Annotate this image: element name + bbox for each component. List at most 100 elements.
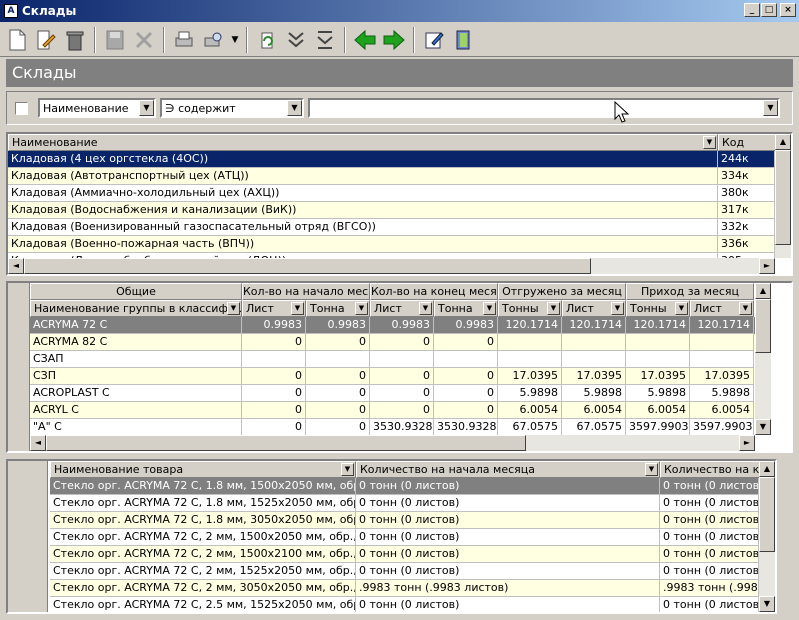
chevron-down-icon[interactable]: ▼ bbox=[763, 100, 778, 116]
table-row[interactable]: ACRYMA 72 C 0.9983 0.9983 0.9983 0.9983 120.1… bbox=[30, 317, 755, 334]
filter-field-select[interactable]: Наименование ▼ bbox=[38, 98, 156, 118]
table-row[interactable]: Кладовая (Водоснабжения и канализации (В… bbox=[8, 202, 775, 219]
table-row[interactable]: ACROPLAST C 0 0 0 0 5.9898 5.9898 5.9898 5.9898 bbox=[30, 385, 755, 402]
print-preview-icon[interactable] bbox=[200, 26, 226, 54]
filter-operator-select[interactable]: ∋ содержит ▼ bbox=[160, 98, 304, 118]
close-button[interactable]: × bbox=[780, 3, 796, 17]
column-header-start-sheet[interactable]: Лист ▼ bbox=[242, 300, 306, 317]
table-row[interactable]: СЗАП bbox=[30, 351, 755, 368]
chevron-down-icon[interactable]: ▼ bbox=[291, 302, 304, 315]
vertical-scrollbar[interactable]: ▲ ▼ bbox=[755, 283, 771, 435]
group-value-cell bbox=[434, 351, 498, 368]
chevron-down-icon[interactable]: ▼ bbox=[645, 463, 658, 476]
scroll-right-icon[interactable]: ► bbox=[739, 435, 755, 451]
scroll-right-icon[interactable]: ► bbox=[759, 258, 775, 274]
table-row[interactable]: Стекло орг. ACRYMA 72 C, 1.8 мм, 1525x20… bbox=[50, 495, 759, 512]
column-header-group-name[interactable]: Наименование группы в классифи... ▼ bbox=[30, 300, 242, 317]
chevron-down-icon[interactable]: ▼ bbox=[611, 302, 624, 315]
minimize-button[interactable]: _ bbox=[744, 3, 760, 17]
vertical-scrollbar[interactable]: ▲ ▼ bbox=[759, 461, 775, 612]
scroll-thumb[interactable] bbox=[775, 150, 791, 245]
cancel-icon[interactable] bbox=[131, 26, 157, 54]
chevron-down-icon[interactable]: ▼ bbox=[229, 26, 241, 54]
exit-door-icon[interactable] bbox=[450, 26, 476, 54]
table-row[interactable]: Стекло орг. ACRYMA 72 C, 1.8 мм, 3050x20… bbox=[50, 512, 759, 529]
scroll-thumb[interactable] bbox=[759, 477, 775, 552]
column-header-qty-end[interactable]: Количество на кон bbox=[660, 461, 760, 478]
scroll-left-icon[interactable]: ◄ bbox=[8, 258, 24, 274]
product-name-cell: Стекло орг. ACRYMA 72 C, 2 мм, 1500x2100… bbox=[50, 546, 356, 563]
collapse-all-icon[interactable] bbox=[312, 26, 338, 54]
chevron-down-icon[interactable]: ▼ bbox=[739, 302, 752, 315]
horizontal-scrollbar[interactable]: ◄ ► bbox=[30, 435, 755, 451]
chevron-down-icon[interactable]: ▼ bbox=[139, 100, 154, 116]
filter-value-input[interactable]: ▼ bbox=[308, 98, 780, 118]
table-row[interactable]: "А" С 0 0 3530.9328 3530.9328 67.0575 67.0575 3… bbox=[30, 419, 755, 436]
maximize-button[interactable]: □ bbox=[761, 3, 777, 17]
arrow-right-icon[interactable] bbox=[381, 26, 407, 54]
chevron-down-icon[interactable]: ▼ bbox=[341, 463, 354, 476]
table-row[interactable]: ACRYMA 82 C0000 bbox=[30, 334, 755, 351]
edit-icon[interactable] bbox=[421, 26, 447, 54]
scroll-thumb[interactable] bbox=[755, 299, 771, 353]
column-header-label: Наименование группы в классифи... bbox=[34, 302, 242, 315]
table-row[interactable]: Стекло орг. ACRYMA 72 C, 2 мм, 1525x2050… bbox=[50, 563, 759, 580]
toolbar-separator bbox=[344, 26, 346, 53]
scroll-thumb[interactable] bbox=[46, 435, 526, 451]
trash-icon[interactable] bbox=[62, 26, 88, 54]
new-document-icon[interactable] bbox=[4, 26, 30, 54]
filter-enabled-checkbox[interactable] bbox=[15, 101, 28, 115]
table-row[interactable]: Стекло орг. ACRYMA 72 C, 2 мм, 1500x2050… bbox=[50, 529, 759, 546]
column-header-shipped-tons[interactable]: Тонны ▼ bbox=[498, 300, 562, 317]
column-header-income-sheet[interactable]: Лист ▼ bbox=[690, 300, 754, 317]
column-header-product-name[interactable]: Наименование товара ▼ bbox=[50, 461, 356, 478]
table-row[interactable]: СЗП 0 0 0 0 17.0395 17.0395 17.0395 17.0395 bbox=[30, 368, 755, 385]
chevron-down-icon[interactable]: ▼ bbox=[287, 100, 302, 116]
chevron-down-icon[interactable]: ▼ bbox=[675, 302, 688, 315]
column-header-end-sheet[interactable]: Лист ▼ bbox=[370, 300, 434, 317]
scroll-up-icon[interactable]: ▲ bbox=[775, 134, 791, 150]
chevron-down-icon[interactable]: ▼ bbox=[483, 302, 496, 315]
column-header-name[interactable]: Наименование ▼ bbox=[8, 134, 718, 151]
chevron-down-icon[interactable]: ▼ bbox=[547, 302, 560, 315]
print-icon[interactable] bbox=[171, 26, 197, 54]
refresh-icon[interactable] bbox=[254, 26, 280, 54]
row-indicator-column bbox=[8, 283, 30, 451]
chevron-down-icon[interactable]: ▼ bbox=[703, 136, 716, 149]
scroll-left-icon[interactable]: ◄ bbox=[30, 435, 46, 451]
column-header-end-tons[interactable]: Тонна ▼ bbox=[434, 300, 498, 317]
column-header-qty-start[interactable]: Количество на начала месяца ▼ bbox=[356, 461, 660, 478]
warehouse-code-cell: 244к bbox=[718, 151, 775, 168]
expand-all-icon[interactable] bbox=[283, 26, 309, 54]
table-row[interactable]: Стекло орг. ACRYMA 72 C, 1.8 мм, 1500x20… bbox=[50, 478, 759, 495]
horizontal-scrollbar[interactable]: ◄ ► bbox=[8, 258, 775, 274]
scroll-down-icon[interactable]: ▼ bbox=[755, 419, 771, 435]
scroll-thumb[interactable] bbox=[24, 258, 591, 274]
scroll-up-icon[interactable]: ▲ bbox=[759, 461, 775, 477]
column-header-shipped-sheet[interactable]: Лист ▼ bbox=[562, 300, 626, 317]
edit-document-icon[interactable] bbox=[33, 26, 59, 54]
scroll-up-icon[interactable]: ▲ bbox=[755, 283, 771, 299]
table-row[interactable]: Стекло орг. ACRYMA 72 C, 2.5 мм, 1525x20… bbox=[50, 597, 759, 612]
column-header-income-tons[interactable]: Тонны ▼ bbox=[626, 300, 690, 317]
table-row[interactable]: Кладовая (Военно-пожарная часть (ВПЧ)) 33… bbox=[8, 236, 775, 253]
table-row[interactable]: Кладовая (Автотранспортный цех (АТЦ)) 334… bbox=[8, 168, 775, 185]
table-row[interactable]: Кладовая (Военизированный газоспасательн… bbox=[8, 219, 775, 236]
chevron-down-icon[interactable]: ▼ bbox=[419, 302, 432, 315]
scroll-down-icon[interactable]: ▼ bbox=[759, 596, 775, 612]
chevron-down-icon[interactable]: ▼ bbox=[355, 302, 368, 315]
table-row[interactable]: ACRYL C 0 0 0 0 6.0054 6.0054 6.0054 6.0054 bbox=[30, 402, 755, 419]
vertical-scrollbar[interactable]: ▲ bbox=[775, 134, 791, 258]
column-header-start-tons[interactable]: Тонна ▼ bbox=[306, 300, 370, 317]
table-row[interactable]: Стекло орг. ACRYMA 72 C, 2 мм, 3050x2050… bbox=[50, 580, 759, 597]
arrow-left-icon[interactable] bbox=[352, 26, 378, 54]
save-icon[interactable] bbox=[102, 26, 128, 54]
column-header-code[interactable]: Код bbox=[718, 134, 778, 151]
chevron-down-icon[interactable]: ▼ bbox=[227, 302, 240, 315]
table-row[interactable]: Кладовая (4 цех оргстекла (4ОС)) 244к bbox=[8, 151, 775, 168]
column-header-label: Наименование bbox=[12, 136, 98, 149]
group-value-cell bbox=[690, 334, 754, 351]
table-row[interactable]: Кладовая (Аммиачно-холодильный цех (АХЦ)… bbox=[8, 185, 775, 202]
table-row[interactable]: Стекло орг. ACRYMA 72 C, 2 мм, 1500x2100… bbox=[50, 546, 759, 563]
warehouse-name-cell: Кладовая (Военно-пожарная часть (ВПЧ)) bbox=[8, 236, 718, 253]
